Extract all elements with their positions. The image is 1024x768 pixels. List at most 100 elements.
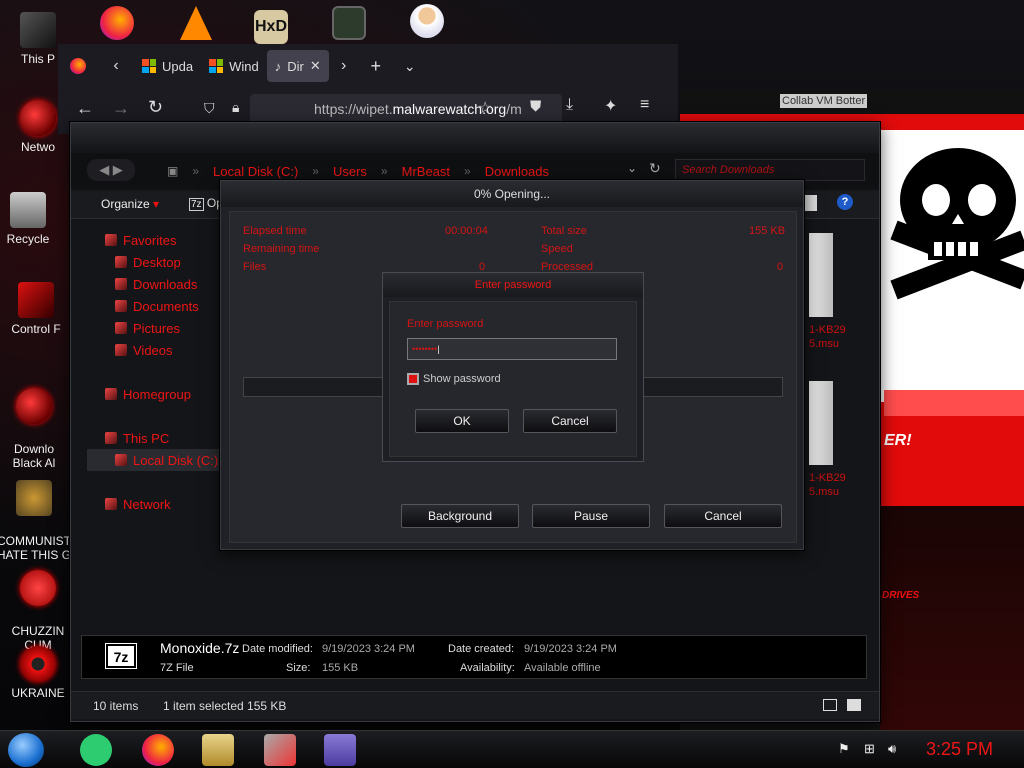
forward-icon[interactable]: → bbox=[112, 98, 130, 119]
nav-local-disk[interactable]: Local Disk (C:) bbox=[87, 449, 219, 471]
nav-network[interactable]: Network bbox=[105, 493, 171, 515]
file-label[interactable]: 1-KB29 5.msu bbox=[809, 471, 846, 499]
tab-directory[interactable]: ♪ Dir ✕ bbox=[266, 50, 329, 82]
firefox-taskbar-icon[interactable] bbox=[142, 734, 174, 766]
breadcrumb-mrbeast[interactable]: MrBeast bbox=[402, 164, 450, 179]
tab-scroll-right-icon[interactable]: › bbox=[329, 57, 359, 75]
start-button[interactable] bbox=[8, 733, 44, 767]
search-input[interactable]: Search Downloads bbox=[675, 159, 865, 181]
nav-label: Videos bbox=[133, 342, 173, 358]
password-cancel-button[interactable]: Cancel bbox=[523, 409, 617, 433]
url-bar[interactable]: https://wipet.malwarewatch.org/m bbox=[250, 94, 562, 124]
close-tab-icon[interactable]: ✕ bbox=[310, 58, 321, 74]
lock-icon[interactable]: 🔒︎ bbox=[232, 99, 239, 116]
breadcrumb-local-disk[interactable]: Local Disk (C:) bbox=[213, 164, 298, 179]
nav-label: Pictures bbox=[133, 320, 180, 336]
firefox-menu-icon[interactable] bbox=[58, 58, 98, 74]
breadcrumb-sep: » bbox=[192, 164, 200, 178]
large-icons-view-icon[interactable] bbox=[847, 699, 861, 711]
extensions-icon[interactable]: ✦ bbox=[604, 96, 617, 116]
file-explorer-taskbar-icon[interactable] bbox=[202, 734, 234, 766]
desktop-icon-label: This P bbox=[20, 52, 55, 66]
radiation-icon bbox=[20, 646, 56, 682]
volume-icon[interactable]: 🔊︎ bbox=[888, 741, 896, 757]
monitor-taskbar-icon[interactable] bbox=[264, 734, 296, 766]
browser-window: ‹ Upda Wind ♪ Dir ✕ › + ⌄ ← → ↻ https://… bbox=[58, 44, 678, 134]
breadcrumb-users[interactable]: Users bbox=[333, 164, 367, 179]
details-created: 9/19/2023 3:24 PM bbox=[524, 643, 617, 655]
new-tab-button[interactable]: + bbox=[359, 56, 393, 77]
shield-icon[interactable]: ⛉ bbox=[204, 100, 215, 117]
refresh-icon[interactable]: ↻ bbox=[649, 160, 661, 177]
computer-icon bbox=[20, 12, 56, 48]
organize-button[interactable]: Organize ▾ bbox=[101, 197, 159, 211]
firefox-icon[interactable] bbox=[100, 6, 134, 40]
tab-windows[interactable]: Wind bbox=[201, 50, 267, 82]
taskbar-clock[interactable]: 3:25 PM bbox=[926, 739, 993, 760]
hxd-icon[interactable]: HxD bbox=[254, 10, 288, 44]
nav-homegroup[interactable]: Homegroup bbox=[105, 383, 191, 405]
downloads-icon[interactable]: ⤓ bbox=[566, 96, 573, 114]
doctor-icon[interactable] bbox=[410, 4, 444, 38]
nav-documents[interactable]: Documents bbox=[115, 295, 199, 317]
nav-downloads[interactable]: Downloads bbox=[115, 273, 199, 295]
ok-button[interactable]: OK bbox=[415, 409, 509, 433]
control-panel-icon bbox=[18, 282, 54, 318]
help-icon[interactable]: ? bbox=[837, 194, 853, 210]
app-icon[interactable] bbox=[332, 6, 366, 40]
tab-scroll-left-icon[interactable]: ‹ bbox=[98, 57, 134, 75]
nav-label: Favorites bbox=[123, 232, 177, 248]
file-label[interactable]: 1-KB29 5.msu bbox=[809, 323, 846, 351]
folder-icon: ♪ bbox=[274, 58, 282, 74]
nav-label: Local Disk (C:) bbox=[133, 452, 219, 468]
nav-pictures[interactable]: Pictures bbox=[115, 317, 199, 339]
flag-icon[interactable]: ⚑ bbox=[838, 741, 850, 757]
menu-icon[interactable]: ≡ bbox=[640, 96, 649, 114]
desktop-icon-control-panel[interactable]: Control F bbox=[0, 282, 74, 336]
open-button[interactable]: 7z Op bbox=[189, 196, 223, 211]
nav-desktop[interactable]: Desktop bbox=[115, 251, 199, 273]
progress-cancel-button[interactable]: Cancel bbox=[664, 504, 782, 528]
details-availability-label: Availability: bbox=[460, 662, 515, 674]
money-bag-icon bbox=[16, 480, 52, 516]
password-input[interactable]: ••••••••| bbox=[407, 338, 617, 360]
breadcrumb-dropdown-icon[interactable]: ⌄ bbox=[627, 161, 637, 175]
remaining-label: Remaining time bbox=[243, 243, 320, 255]
preview-pane-icon[interactable] bbox=[805, 195, 817, 211]
pocket-icon[interactable]: ⛊ bbox=[530, 98, 541, 115]
desktop-icon-communist[interactable]: COMMUNIST HATE THIS G bbox=[0, 466, 72, 562]
desktop-icon-chuzzin[interactable]: CHUZZIN CUM bbox=[0, 556, 76, 652]
vlc-icon[interactable] bbox=[180, 6, 212, 40]
window-taskbar-icon[interactable] bbox=[324, 734, 356, 766]
back-forward-icon[interactable]: ◀ ▶ bbox=[87, 159, 135, 181]
desktop-icon-downloads[interactable]: Downlo Black Al bbox=[0, 374, 72, 470]
bookmark-star-icon[interactable]: ☆ bbox=[478, 98, 492, 118]
desktop-icon-label: Control F bbox=[11, 322, 61, 336]
nav-this-pc[interactable]: This PC bbox=[105, 427, 169, 449]
details-modified: 9/19/2023 3:24 PM bbox=[322, 643, 415, 655]
pause-button[interactable]: Pause bbox=[532, 504, 650, 528]
nav-favorites[interactable]: Favorites bbox=[105, 229, 176, 251]
status-item-count: 10 items bbox=[93, 699, 139, 713]
collab-title: Collab VM Botter bbox=[780, 94, 868, 108]
list-tabs-icon[interactable]: ⌄ bbox=[393, 58, 427, 75]
nav-label: Network bbox=[123, 496, 171, 512]
network-tray-icon[interactable]: ⊞ bbox=[864, 741, 875, 757]
files-label: Files bbox=[243, 261, 267, 273]
breadcrumb-downloads[interactable]: Downloads bbox=[485, 164, 549, 179]
tab-updates[interactable]: Upda bbox=[134, 50, 201, 82]
reload-icon[interactable]: ↻ bbox=[148, 97, 163, 118]
status-selected: 1 item selected 155 KB bbox=[163, 699, 287, 713]
password-value: •••••••• bbox=[412, 344, 438, 354]
desktop-icon-recycle-bin[interactable]: Recycle bbox=[0, 192, 66, 246]
desktop-icon-label: Netwo bbox=[20, 140, 55, 154]
msu-file-icon[interactable] bbox=[809, 381, 833, 465]
desktop-icon-ukraine[interactable]: UKRAINE bbox=[0, 646, 76, 700]
notes-app-icon[interactable] bbox=[80, 734, 112, 766]
details-view-icon[interactable] bbox=[823, 699, 837, 711]
show-password-checkbox[interactable] bbox=[407, 373, 419, 385]
msu-file-icon[interactable] bbox=[809, 233, 833, 317]
nav-videos[interactable]: Videos bbox=[115, 339, 199, 361]
background-button[interactable]: Background bbox=[401, 504, 519, 528]
back-icon[interactable]: ← bbox=[76, 98, 94, 119]
